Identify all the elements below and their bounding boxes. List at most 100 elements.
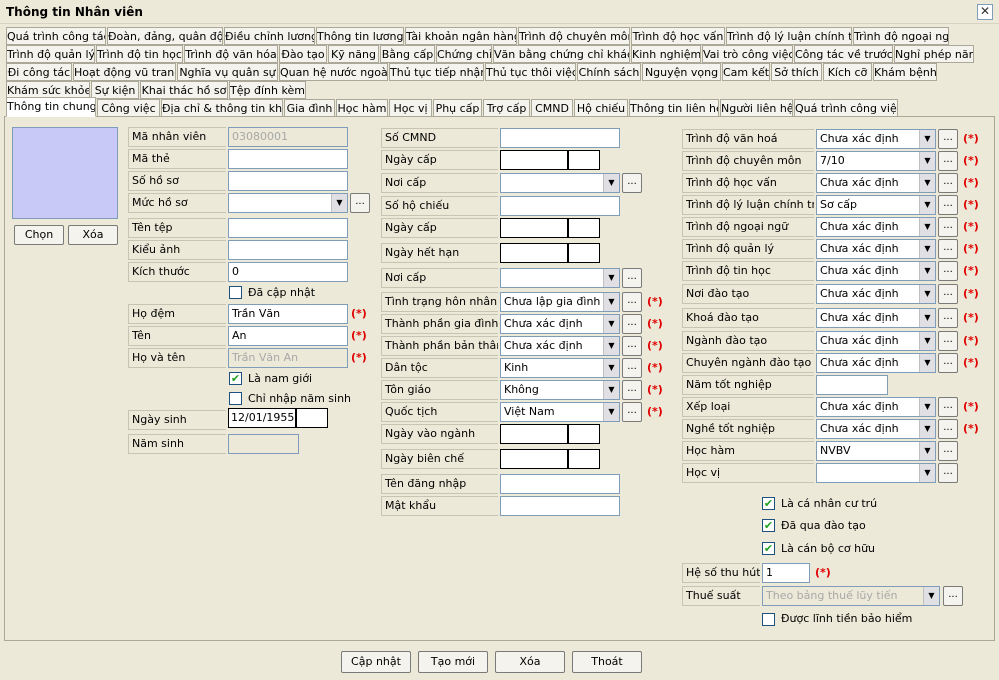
noi-cap-browse-button[interactable]: ... [622,173,642,193]
ho-dem-field[interactable]: Trần Văn [228,304,348,324]
chevron-down-icon[interactable]: ▼ [603,174,619,192]
tab-gia-dinh[interactable]: Gia đình [284,99,335,117]
trinh-do-quan-ly-select[interactable]: Chưa xác định ▼ [816,239,936,259]
tab-thong-tin-luong[interactable]: Thông tin lương [316,27,404,45]
tab-cong-tac-ve-truoc[interactable]: Công tác về trước [794,45,893,63]
ngay-het-han-date[interactable] [500,243,600,263]
chevron-down-icon[interactable]: ▼ [919,152,935,170]
ngay-cap-date[interactable] [500,150,600,170]
duoc-linh-tien-checkbox[interactable] [762,613,775,626]
mat-khau-field[interactable] [500,496,620,516]
tab-tro-cap[interactable]: Trợ cấp [483,99,530,117]
tab-qua-trinh-cong-tac[interactable]: Quá trình công tác [6,27,106,45]
ngay-sinh-date[interactable]: 12/01/1955 [228,408,328,428]
ton-giao-select[interactable]: Không ▼ [500,380,620,400]
tab-tai-khoan-ngan-hang[interactable]: Tài khoản ngân hàng [405,27,517,45]
tab-doan-dang[interactable]: Đoàn, đảng, quân đội [107,27,223,45]
tab-ky-nang[interactable]: Kỹ năng [328,45,379,63]
nghe-tot-nghiep-select[interactable]: Chưa xác định ▼ [816,419,936,439]
ma-the-field[interactable] [228,149,348,169]
update-button[interactable]: Cập nhật [341,651,411,673]
tab-vai-tro-cong-viec[interactable]: Vai trò công việc [702,45,793,63]
delete-button[interactable]: Xóa [495,651,565,673]
chevron-down-icon[interactable]: ▼ [919,398,935,416]
employee-photo[interactable] [12,127,118,219]
thanh-phan-ban-than-select[interactable]: Chưa xác định ▼ [500,336,620,356]
tab-trinh-do-quan-ly[interactable]: Trình độ quản lý [6,45,95,63]
chuyen-nganh-browse-button[interactable]: ... [938,353,958,373]
tab-phu-cap[interactable]: Phụ cấp [433,99,482,117]
chevron-down-icon[interactable]: ▼ [603,381,619,399]
ngay-cap-hc-date[interactable] [500,218,600,238]
chevron-down-icon[interactable]: ▼ [919,196,935,214]
tab-trinh-do-tin-hoc[interactable]: Trình độ tin học [96,45,183,63]
trinh-do-ly-luan-select[interactable]: Sơ cấp ▼ [816,195,936,215]
tab-hoat-dong-vu-trang[interactable]: Hoạt động vũ trang [73,63,176,81]
chevron-down-icon[interactable]: ▼ [603,269,619,287]
nghe-tot-nghiep-browse-button[interactable]: ... [938,419,958,439]
tab-cmnd[interactable]: CMND [531,99,573,117]
trinh-do-van-hoa-browse-button[interactable]: ... [938,129,958,149]
muc-ho-so-select[interactable]: ▼ [228,193,348,213]
ten-dang-nhap-field[interactable] [500,474,620,494]
choose-photo-button[interactable]: Chọn [14,225,64,245]
trinh-do-ly-luan-browse-button[interactable]: ... [938,195,958,215]
da-cap-nhat-checkbox[interactable] [229,286,242,299]
kieu-anh-field[interactable] [228,240,348,260]
tab-dieu-chinh-luong[interactable]: Điều chỉnh lương [224,27,315,45]
chevron-down-icon[interactable]: ▼ [603,315,619,333]
dan-toc-select[interactable]: Kinh ▼ [500,358,620,378]
tab-so-thich[interactable]: Sở thích [771,63,822,81]
tinh-trang-hon-nhan-browse-button[interactable]: ... [622,292,642,312]
noi-cap-hc-browse-button[interactable]: ... [622,268,642,288]
hoc-ham-select[interactable]: NVBV ▼ [816,441,936,461]
khoa-dao-tao-select[interactable]: Chưa xác định ▼ [816,308,936,328]
chevron-down-icon[interactable]: ▼ [919,130,935,148]
so-cmnd-field[interactable] [500,128,620,148]
la-ca-nhan-cu-tru-checkbox[interactable]: ✔ [762,497,775,510]
chevron-down-icon[interactable]: ▼ [919,262,935,280]
tab-trinh-do-ngoai-ngu[interactable]: Trình độ ngoại ngữ [853,27,949,45]
tab-trinh-do-van-hoa[interactable]: Trình độ văn hóa [184,45,278,63]
tab-chung-chi[interactable]: Chứng chỉ [436,45,492,63]
muc-ho-so-browse-button[interactable]: ... [350,193,370,213]
trinh-do-hoc-van-select[interactable]: Chưa xác định ▼ [816,173,936,193]
chevron-down-icon[interactable]: ▼ [919,218,935,236]
tab-thong-tin-lien-he[interactable]: Thông tin liên hệ [629,99,719,117]
thanh-phan-gia-dinh-browse-button[interactable]: ... [622,314,642,334]
chevron-down-icon[interactable]: ▼ [919,285,935,303]
chevron-down-icon[interactable]: ▼ [919,240,935,258]
tab-trinh-do-ly-luan[interactable]: Trình độ lý luận chính trị [726,27,852,45]
chevron-down-icon[interactable]: ▼ [919,309,935,327]
chevron-down-icon[interactable]: ▼ [331,194,347,212]
la-can-bo-co-huu-checkbox[interactable]: ✔ [762,542,775,555]
chevron-down-icon[interactable]: ▼ [603,403,619,421]
tab-khai-thac-ho-so[interactable]: Khai thác hồ sơ [140,81,228,99]
tab-thong-tin-chung[interactable]: Thông tin chung [6,97,96,117]
tab-su-kien[interactable]: Sự kiện [91,81,139,99]
chevron-down-icon[interactable]: ▼ [603,337,619,355]
dan-toc-browse-button[interactable]: ... [622,358,642,378]
ton-giao-browse-button[interactable]: ... [622,380,642,400]
tab-quan-he-nuoc-ngoai[interactable]: Quan hệ nước ngoài [279,63,388,81]
trinh-do-tin-hoc-select[interactable]: Chưa xác định ▼ [816,261,936,281]
chevron-down-icon[interactable]: ▼ [919,420,935,438]
chevron-down-icon[interactable]: ▼ [919,174,935,192]
so-ho-so-field[interactable] [228,171,348,191]
chuyen-nganh-select[interactable]: Chưa xác định ▼ [816,353,936,373]
ngay-bien-che-date[interactable] [500,449,600,469]
chevron-down-icon[interactable]: ▼ [919,464,935,482]
delete-photo-button[interactable]: Xóa [68,225,118,245]
xep-loai-browse-button[interactable]: ... [938,397,958,417]
khoa-dao-tao-browse-button[interactable]: ... [938,308,958,328]
noi-cap-select[interactable]: ▼ [500,173,620,193]
tab-tep-dinh-kem[interactable]: Tệp đính kèm [229,81,306,99]
tab-nghi-phep-nam[interactable]: Nghỉ phép năm [894,45,974,63]
trinh-do-chuyen-mon-select[interactable]: 7/10 ▼ [816,151,936,171]
nganh-dao-tao-select[interactable]: Chưa xác định ▼ [816,331,936,351]
tinh-trang-hon-nhan-select[interactable]: Chưa lập gia đình ▼ [500,292,620,312]
tab-chinh-sach[interactable]: Chính sách [577,63,641,81]
tab-cam-ket[interactable]: Cam kết [722,63,770,81]
tab-cong-viec[interactable]: Công việc [97,99,160,117]
nam-tot-nghiep-field[interactable] [816,375,888,395]
